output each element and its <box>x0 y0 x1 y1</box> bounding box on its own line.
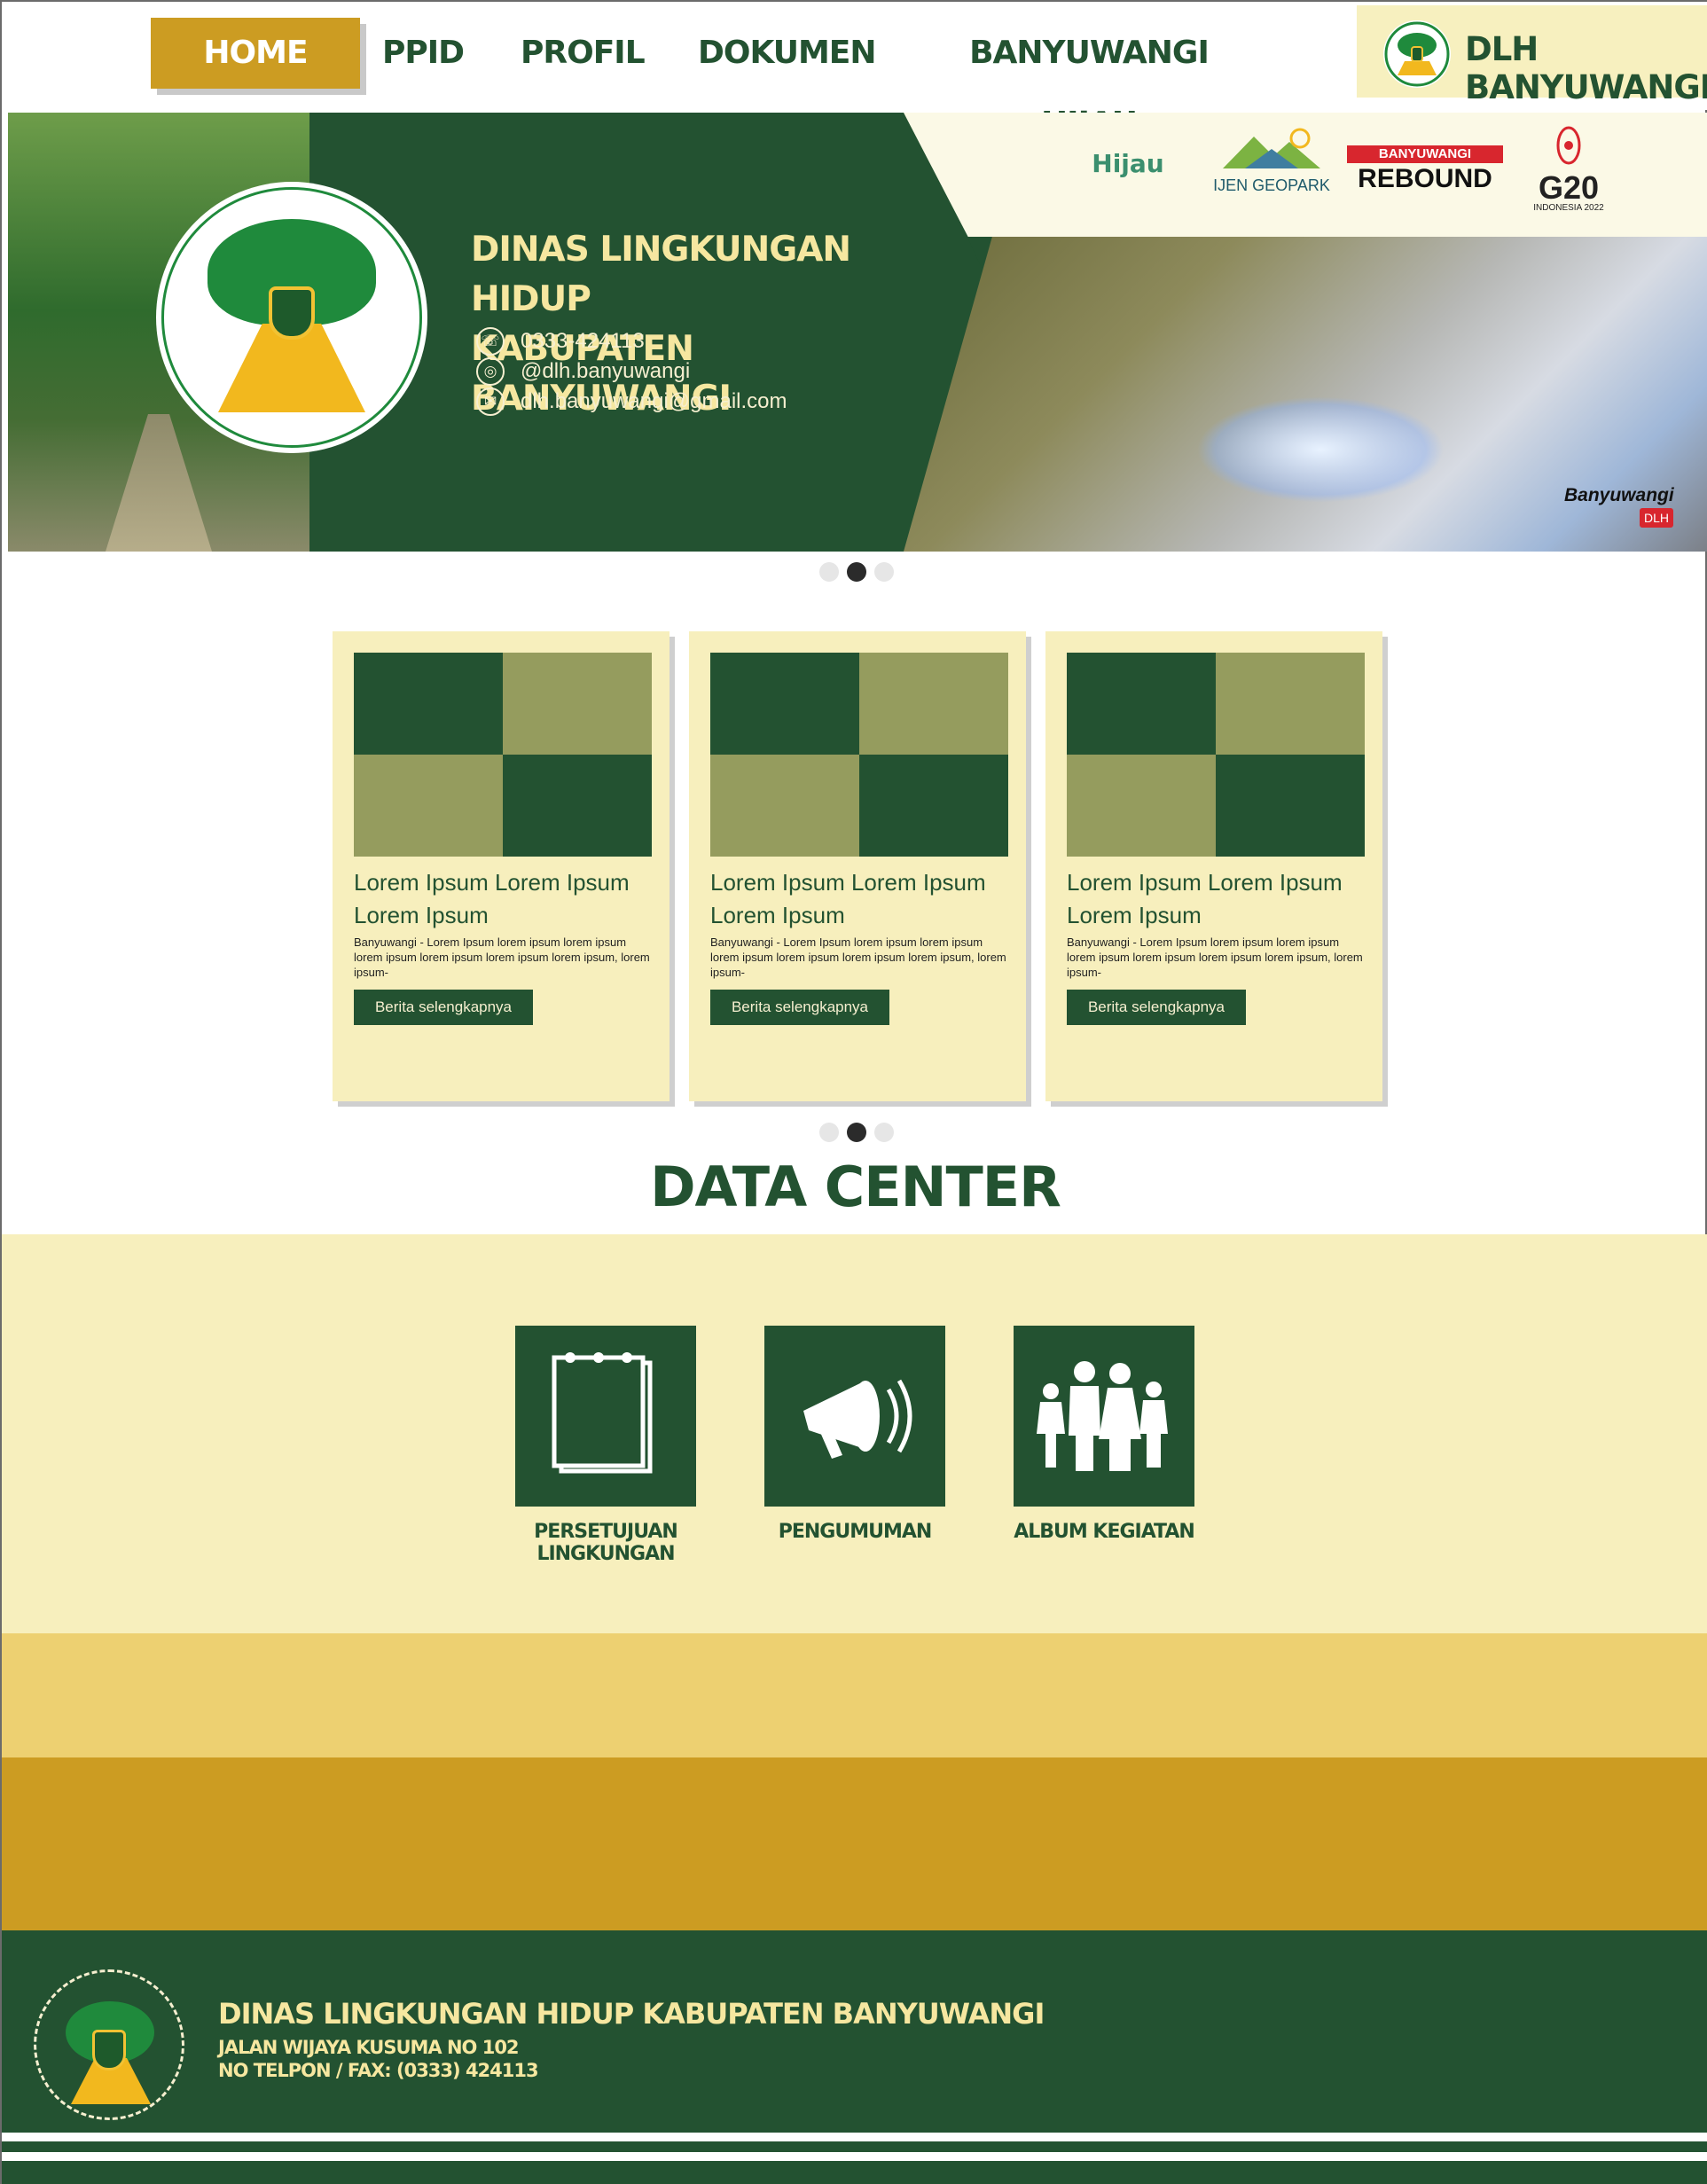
nav-banyuwangi-hijau[interactable]: BANYUWANGI HIJAU <box>951 18 1227 142</box>
hero-dot-1[interactable] <box>819 562 839 582</box>
data-center-title: DATA CENTER <box>650 1155 1061 1219</box>
banyuwangi-hijau-logo: Hijau <box>1063 126 1193 215</box>
g20-sub-text: INDONESIA 2022 <box>1533 203 1604 213</box>
news-thumbnail <box>1067 653 1365 857</box>
footer-stripe-1 <box>2 2133 1707 2141</box>
brand[interactable]: DLH BANYUWANGI <box>1357 5 1707 106</box>
top-nav: HOME PPID PROFIL DOKUMEN BANYUWANGI HIJA… <box>2 2 1707 142</box>
read-more-button[interactable]: Berita selengkapnya <box>710 990 889 1025</box>
watermark-dlh: DLH <box>1640 508 1673 528</box>
news-card: Lorem Ipsum Lorem Ipsum Lorem Ipsum Bany… <box>689 631 1026 1101</box>
read-more-button[interactable]: Berita selengkapnya <box>1067 990 1246 1025</box>
ijen-text: IJEN GEOPARK <box>1213 176 1330 194</box>
news-thumbnail <box>710 653 1008 857</box>
decorative-band-yellow <box>2 1633 1707 1757</box>
email-text: dlh.banyuwangi@gmail.com <box>521 389 787 413</box>
news-slider-dots <box>819 1123 894 1142</box>
news-excerpt: Banyuwangi - Lorem Ipsum lorem ipsum lor… <box>710 935 1006 979</box>
instagram-icon: ◎ <box>476 357 505 386</box>
persetujuan-lingkungan-label[interactable]: PERSETUJUAN LINGKUNGAN <box>473 1521 739 1565</box>
footer-address: JALAN WIJAYA KUSUMA NO 102 <box>218 2037 520 2058</box>
hero-title-line1: DINAS LINGKUNGAN HIDUP <box>471 230 851 319</box>
dlh-emblem-icon <box>1383 20 1451 88</box>
album-kegiatan-label[interactable]: ALBUM KEGIATAN <box>971 1521 1237 1543</box>
nav-home[interactable]: HOME <box>151 18 360 89</box>
footer-org-name: DINAS LINGKUNGAN HIDUP KABUPATEN BANYUWA… <box>218 1997 1045 2031</box>
nav-ppid[interactable]: PPID <box>379 18 467 89</box>
hero-dot-3[interactable] <box>874 562 894 582</box>
news-dot-3[interactable] <box>874 1123 894 1142</box>
megaphone-icon <box>803 1379 912 1459</box>
hijau-text: Hijau <box>1092 149 1164 178</box>
hero-slider-dots <box>819 562 894 582</box>
phone-text: 0333-424113 <box>521 329 645 353</box>
g20-text: G20 <box>1538 169 1600 206</box>
album-kegiatan-tile[interactable] <box>1014 1326 1194 1507</box>
news-thumbnail <box>354 653 652 857</box>
dlh-logo-icon <box>156 182 427 453</box>
rebound-text: REBOUND <box>1358 164 1492 193</box>
instagram-text: @dlh.banyuwangi <box>521 359 691 383</box>
news-card: Lorem Ipsum Lorem Ipsum Lorem Ipsum Bany… <box>1045 631 1382 1101</box>
ijen-geopark-logo: IJEN GEOPARK <box>1210 126 1334 215</box>
family-icon <box>1037 1361 1168 1471</box>
hero-phone: ☏ 0333-424113 <box>476 327 645 356</box>
news-title[interactable]: Lorem Ipsum Lorem Ipsum Lorem Ipsum <box>710 866 1012 932</box>
hero-instagram: ◎ @dlh.banyuwangi <box>476 357 690 386</box>
news-excerpt: Banyuwangi - Lorem Ipsum lorem ipsum lor… <box>354 935 650 979</box>
watermark-banyuwangi: Banyuwangi <box>1564 485 1674 505</box>
hero-email: ✉ dlh.banyuwangi@gmail.com <box>476 387 787 416</box>
news-dot-2[interactable] <box>847 1123 866 1142</box>
hero-banner: DINAS LINGKUNGAN HIDUP KABUPATEN BANYUWA… <box>8 113 1707 552</box>
news-card: Lorem Ipsum Lorem Ipsum Lorem Ipsum Bany… <box>333 631 669 1101</box>
hero-dot-2[interactable] <box>847 562 866 582</box>
phone-icon: ☏ <box>476 327 505 356</box>
footer-stripe-2 <box>2 2152 1707 2161</box>
read-more-button[interactable]: Berita selengkapnya <box>354 990 533 1025</box>
pengumuman-label[interactable]: PENGUMUMAN <box>722 1521 988 1543</box>
footer-dlh-logo-icon <box>34 1969 184 2120</box>
notepad-icon <box>552 1352 653 1474</box>
news-excerpt: Banyuwangi - Lorem Ipsum lorem ipsum lor… <box>1067 935 1363 979</box>
banyuwangi-rebound-logo: BANYUWANGI REBOUND <box>1347 126 1503 215</box>
news-dot-1[interactable] <box>819 1123 839 1142</box>
nav-dokumen[interactable]: DOKUMEN <box>698 18 877 89</box>
news-title[interactable]: Lorem Ipsum Lorem Ipsum Lorem Ipsum <box>354 866 655 932</box>
news-title[interactable]: Lorem Ipsum Lorem Ipsum Lorem Ipsum <box>1067 866 1368 932</box>
footer-phone: NO TELPON / FAX: (0333) 424113 <box>218 2060 539 2081</box>
mail-icon: ✉ <box>476 387 505 416</box>
decorative-band-gold <box>2 1757 1707 1930</box>
pengumuman-tile[interactable] <box>764 1326 945 1507</box>
persetujuan-lingkungan-tile[interactable] <box>515 1326 696 1507</box>
rebound-top-text: BANYUWANGI <box>1347 145 1503 163</box>
footer: DINAS LINGKUNGAN HIDUP KABUPATEN BANYUWA… <box>2 1930 1707 2184</box>
nav-profil[interactable]: PROFIL <box>521 18 646 89</box>
g20-ornament-icon <box>1556 126 1581 165</box>
mountain-icon <box>1223 128 1320 168</box>
brand-name: DLH BANYUWANGI <box>1465 30 1707 106</box>
g20-logo: G20 INDONESIA 2022 <box>1529 126 1609 215</box>
